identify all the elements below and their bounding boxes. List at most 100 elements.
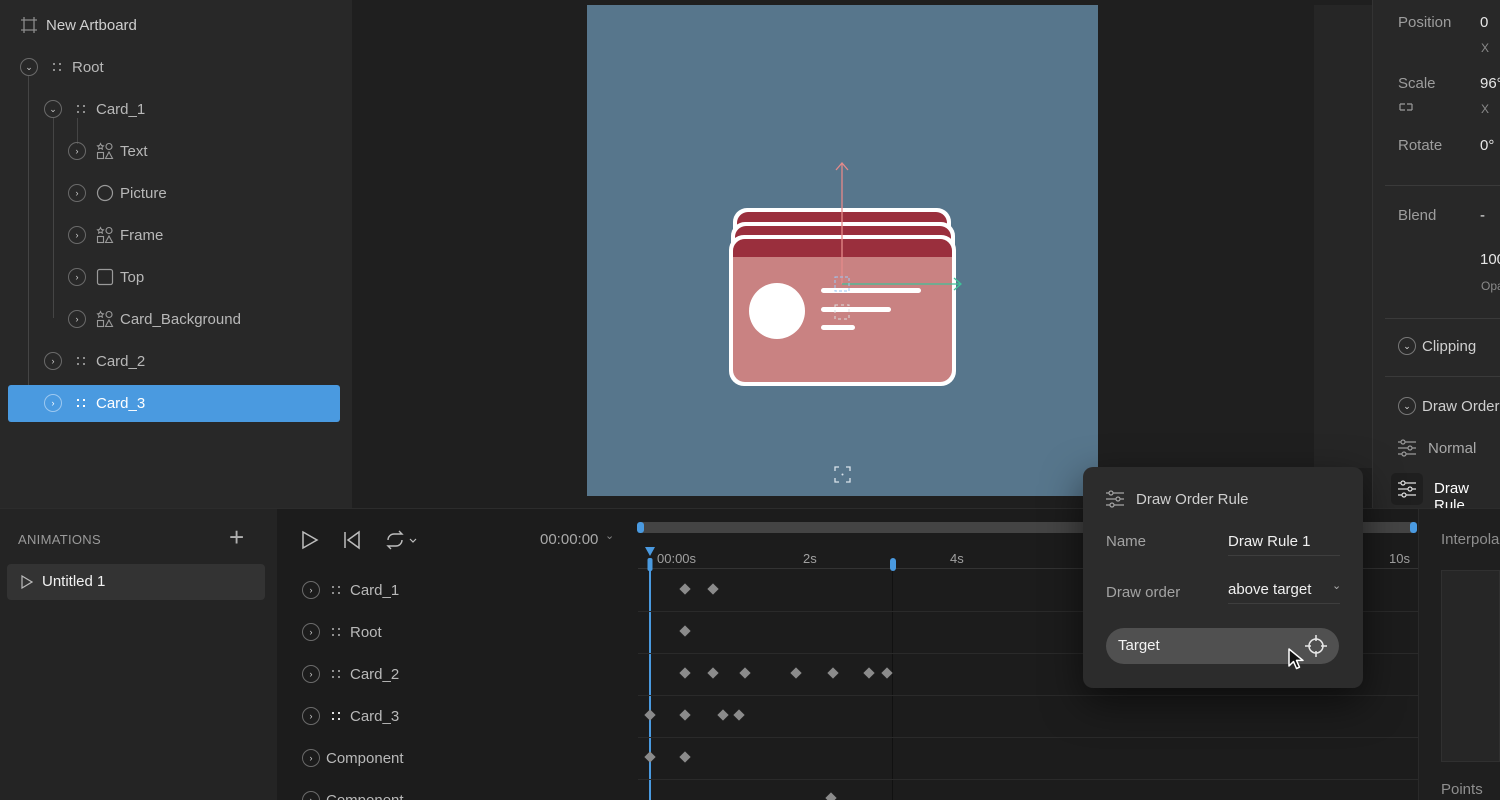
points-label: Points <box>1441 781 1483 798</box>
animation-item-untitled-1[interactable]: Untitled 1 <box>7 564 265 600</box>
loop-mode-button[interactable] <box>384 530 418 550</box>
opacity-input[interactable]: 100 <box>1480 251 1500 268</box>
tree-guide <box>53 118 54 318</box>
chevron-down-icon[interactable]: ⌄ <box>1332 579 1341 592</box>
chevron-down-icon[interactable]: ⌄ <box>605 529 614 542</box>
chevron-right-icon[interactable]: › <box>44 394 62 412</box>
add-animation-button[interactable]: + <box>229 522 244 553</box>
tree-item-label: Root <box>72 58 104 76</box>
chevron-right-icon[interactable]: › <box>68 310 86 328</box>
timeline-row-card-2[interactable]: › Card_2 <box>302 662 399 686</box>
play-button[interactable] <box>301 530 319 550</box>
shapes-icon <box>96 226 114 244</box>
timeline-row-component-2[interactable]: › Component <box>302 788 404 800</box>
fit-view-icon[interactable] <box>834 466 851 483</box>
rotate-input[interactable]: 0° <box>1480 137 1494 154</box>
chevron-right-icon[interactable]: › <box>44 352 62 370</box>
draw-order-rule-popover: Draw Order Rule Name Draw Rule 1 Draw or… <box>1083 467 1363 688</box>
tree-item-frame[interactable]: › Frame <box>68 217 163 253</box>
tree-item-card-3[interactable]: › Card_3 <box>44 385 145 421</box>
draw-order-underline <box>1228 603 1340 604</box>
chevron-right-icon[interactable]: › <box>68 268 86 286</box>
skip-back-button[interactable] <box>343 530 361 550</box>
tree-item-card-background[interactable]: › Card_Background <box>68 301 241 337</box>
draw-order-label: Draw order <box>1106 584 1181 601</box>
timeline-row-label: Component <box>326 749 404 767</box>
chevron-right-icon[interactable]: › <box>302 665 320 683</box>
chevron-right-icon[interactable]: › <box>68 226 86 244</box>
chevron-right-icon[interactable]: › <box>68 184 86 202</box>
playhead[interactable] <box>644 546 656 572</box>
work-area-end-handle[interactable] <box>890 558 896 571</box>
name-input-underline <box>1228 555 1340 556</box>
chevron-right-icon[interactable]: › <box>302 791 320 800</box>
hierarchy-panel: New Artboard ⌄ Root ⌄ Card_1 › Text › Pi… <box>0 0 352 508</box>
draw-order-normal-item[interactable]: Normal <box>1428 440 1476 457</box>
chevron-right-icon[interactable]: › <box>302 623 320 641</box>
timecode[interactable]: 00:00:00 <box>540 531 598 548</box>
timeline-row-card-1[interactable]: › Card_1 <box>302 578 399 602</box>
animations-header: ANIMATIONS <box>18 532 101 547</box>
rectangle-icon <box>96 268 114 286</box>
artboard-label: New Artboard <box>46 16 137 34</box>
chevron-down-icon[interactable]: ⌄ <box>1398 397 1416 415</box>
timeline-row-card-3[interactable]: › Card_3 <box>302 704 399 728</box>
tree-item-top[interactable]: › Top <box>68 259 144 295</box>
mouse-cursor-icon <box>1288 648 1304 670</box>
shapes-icon <box>96 310 114 328</box>
chevron-right-icon[interactable]: › <box>302 581 320 599</box>
name-input[interactable]: Draw Rule 1 <box>1228 533 1311 550</box>
blend-select[interactable]: - <box>1480 207 1485 224</box>
artboard-icon <box>21 17 37 33</box>
chevron-down-icon[interactable]: ⌄ <box>44 100 62 118</box>
work-area-end-line <box>892 560 893 800</box>
tree-item-label: Frame <box>120 226 164 244</box>
position-x-input[interactable]: 0 <box>1480 14 1488 31</box>
artboard-row[interactable]: New Artboard <box>20 14 137 36</box>
interpolation-curve-editor[interactable] <box>1441 570 1500 762</box>
tree-item-label: Card_2 <box>96 352 146 370</box>
chevron-down-icon[interactable]: ⌄ <box>20 58 38 76</box>
chevron-right-icon[interactable]: › <box>68 142 86 160</box>
tree-item-picture[interactable]: › Picture <box>68 175 167 211</box>
timeline-row-root[interactable]: › Root <box>302 620 382 644</box>
chevron-right-icon[interactable]: › <box>302 749 320 767</box>
timeline-row-label: Component <box>326 791 404 800</box>
group-icon <box>332 670 340 678</box>
row-divider <box>638 779 1418 780</box>
crosshair-icon[interactable] <box>1304 634 1328 658</box>
group-icon <box>332 628 340 636</box>
link-icon[interactable] <box>1397 99 1415 115</box>
group-icon <box>332 712 340 720</box>
draw-order-select[interactable]: above target <box>1228 581 1311 598</box>
shapes-icon <box>96 142 114 160</box>
group-icon <box>48 58 66 76</box>
timeline-row-label: Card_1 <box>350 581 400 599</box>
position-label: Position <box>1398 14 1452 31</box>
chevron-right-icon[interactable]: › <box>302 707 320 725</box>
tree-item-card-2[interactable]: › Card_2 <box>44 343 145 379</box>
target-label: Target <box>1118 637 1160 654</box>
scroll-handle-left[interactable] <box>637 522 644 533</box>
tree-item-card-1[interactable]: ⌄ Card_1 <box>44 91 145 127</box>
playhead-line <box>649 560 651 800</box>
card-stack-graphic[interactable] <box>720 155 970 395</box>
timeline-row-label: Root <box>350 623 382 641</box>
opacity-label: Opa <box>1481 279 1500 293</box>
clipping-section[interactable]: Clipping <box>1422 338 1476 355</box>
timeline-row-component[interactable]: › Component <box>302 746 404 770</box>
chevron-down-icon[interactable]: ⌄ <box>1398 337 1416 355</box>
draw-order-section[interactable]: Draw Order <box>1422 398 1500 415</box>
play-icon <box>21 575 33 589</box>
timeline-row-label: Card_2 <box>350 665 400 683</box>
rotate-label: Rotate <box>1398 137 1443 154</box>
tree-item-text[interactable]: › Text <box>68 133 148 169</box>
name-label: Name <box>1106 533 1147 550</box>
scroll-handle-right[interactable] <box>1410 522 1417 533</box>
tree-item-label: Card_1 <box>96 100 146 118</box>
scale-x-input[interactable]: 96° <box>1480 75 1500 92</box>
stage-scroll-area <box>1314 5 1372 468</box>
blend-label: Blend <box>1398 207 1437 224</box>
scale-axis-label: X <box>1481 102 1490 116</box>
tree-item-root[interactable]: ⌄ Root <box>20 49 104 85</box>
